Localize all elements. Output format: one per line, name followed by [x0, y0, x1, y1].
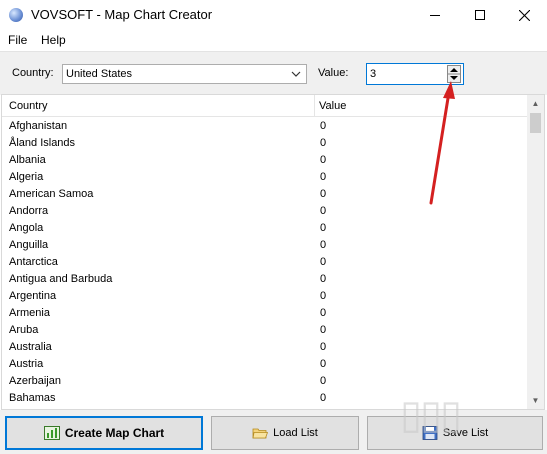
value-label: Value: [318, 67, 349, 79]
value-spinner[interactable]: 3 [366, 63, 464, 85]
value-cell: 0 [320, 120, 327, 132]
scroll-up-icon[interactable]: ▲ [527, 95, 544, 112]
list-row[interactable]: Afghanistan 0 [2, 119, 528, 136]
column-divider[interactable] [314, 95, 315, 116]
list-header: Country Value [2, 95, 528, 117]
close-icon [519, 9, 530, 21]
maximize-icon [474, 10, 485, 20]
close-button[interactable] [502, 0, 547, 30]
value-cell: 0 [320, 222, 327, 234]
vertical-scrollbar[interactable]: ▲ ▼ [527, 95, 544, 409]
country-cell: Anguilla [9, 239, 49, 251]
window-title: VOVSOFT - Map Chart Creator [31, 7, 213, 22]
list-row[interactable]: Antigua and Barbuda 0 [2, 272, 528, 289]
spinner-buttons[interactable] [447, 65, 461, 83]
value-cell: 0 [320, 171, 327, 183]
value-cell: 0 [320, 341, 327, 353]
list-row[interactable]: Australia 0 [2, 340, 528, 357]
country-cell: Angola [9, 222, 44, 234]
menu-bar: File Help [0, 30, 547, 50]
maximize-button[interactable] [457, 0, 502, 30]
value-cell: 0 [320, 307, 327, 319]
value-input[interactable]: 3 [370, 68, 376, 80]
value-cell: 0 [320, 239, 327, 251]
value-cell: 0 [320, 358, 327, 370]
scrollbar-thumb[interactable] [530, 113, 541, 133]
input-toolbar: Country: United States Value: 3 [0, 51, 547, 95]
country-cell: Algeria [9, 171, 44, 183]
load-list-label: Load List [273, 427, 318, 439]
list-row[interactable]: Armenia 0 [2, 306, 528, 323]
menu-help[interactable]: Help [41, 33, 66, 47]
column-header-value[interactable]: Value [319, 100, 346, 112]
country-cell: Andorra [9, 205, 49, 217]
country-cell: Aruba [9, 324, 39, 336]
list-row[interactable]: Åland Islands 0 [2, 136, 528, 153]
country-cell: Azerbaijan [9, 375, 61, 387]
list-row[interactable]: American Samoa 0 [2, 187, 528, 204]
country-cell: American Samoa [9, 188, 94, 200]
title-bar: VOVSOFT - Map Chart Creator [0, 0, 547, 30]
country-label: Country: [12, 67, 54, 79]
list-row[interactable]: Antarctica 0 [2, 255, 528, 272]
country-cell: Austria [9, 358, 44, 370]
list-row[interactable]: Anguilla 0 [2, 238, 528, 255]
value-cell: 0 [320, 205, 327, 217]
create-map-chart-button[interactable]: Create Map Chart [5, 416, 203, 450]
value-cell: 0 [320, 137, 327, 149]
value-cell: 0 [320, 290, 327, 302]
country-cell: Antarctica [9, 256, 58, 268]
country-cell: Albania [9, 154, 46, 166]
value-cell: 0 [320, 154, 327, 166]
country-cell: Argentina [9, 290, 57, 302]
list-row[interactable]: Azerbaijan 0 [2, 374, 528, 391]
list-row[interactable]: Argentina 0 [2, 289, 528, 306]
country-list[interactable]: Country Value Afghanistan 0 Åland Islands 0… [1, 94, 545, 410]
list-row[interactable]: Albania 0 [2, 153, 528, 170]
list-row[interactable]: Angola 0 [2, 221, 528, 238]
column-header-country[interactable]: Country [9, 100, 48, 112]
minimize-icon [429, 15, 440, 16]
action-bar: Create Map Chart Load List Save List [0, 410, 547, 454]
value-cell: 0 [320, 256, 327, 268]
list-rows: Afghanistan 0 Åland Islands 0 Albania 0 Algeri… [2, 119, 528, 408]
list-row[interactable]: Austria 0 [2, 357, 528, 374]
country-cell: Afghanistan [9, 120, 68, 132]
scroll-down-icon[interactable]: ▼ [527, 392, 544, 409]
country-select[interactable]: United States [62, 64, 307, 84]
country-select-value: United States [66, 68, 133, 80]
folder-open-icon [252, 428, 269, 439]
country-cell: Bahamas [9, 392, 56, 404]
value-cell: 0 [320, 188, 327, 200]
list-row[interactable]: Algeria 0 [2, 170, 528, 187]
country-cell: Åland Islands [9, 137, 76, 149]
value-cell: 0 [320, 324, 327, 336]
list-row[interactable]: Aruba 0 [2, 323, 528, 340]
menu-file[interactable]: File [8, 33, 27, 47]
country-cell: Armenia [9, 307, 50, 319]
watermark-logo: ▯▯▯ [400, 393, 462, 437]
map-chart-icon [43, 426, 60, 440]
country-cell: Antigua and Barbuda [9, 273, 113, 285]
app-logo-icon [9, 8, 23, 22]
value-cell: 0 [320, 273, 327, 285]
list-row[interactable]: Andorra 0 [2, 204, 528, 221]
chevron-down-icon [291, 71, 301, 77]
minimize-button[interactable] [412, 0, 457, 30]
country-cell: Australia [9, 341, 52, 353]
create-map-chart-label: Create Map Chart [64, 426, 165, 440]
value-cell: 0 [320, 375, 327, 387]
value-cell: 0 [320, 392, 327, 404]
load-list-button[interactable]: Load List [211, 416, 359, 450]
spin-up-down-icon [448, 68, 460, 80]
